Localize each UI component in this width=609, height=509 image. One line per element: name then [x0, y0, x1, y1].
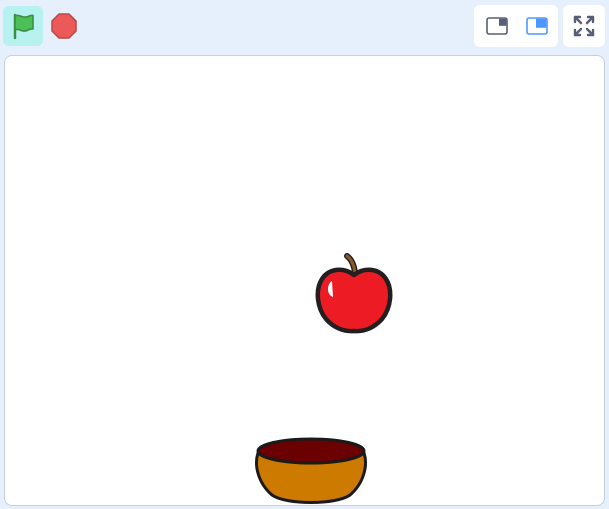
stage-canvas[interactable]: [4, 55, 605, 506]
fullscreen-button[interactable]: [563, 5, 605, 47]
normal-stage-layout-icon: [526, 17, 548, 35]
stop-button[interactable]: [48, 9, 80, 43]
stage-header: [0, 0, 609, 52]
green-flag-icon: [13, 13, 34, 40]
stop-sign-icon: [51, 13, 77, 39]
normal-stage-button[interactable]: [518, 7, 556, 45]
apple-icon: [315, 253, 393, 334]
bowl-sprite[interactable]: [252, 431, 370, 506]
apple-sprite[interactable]: [313, 253, 395, 339]
bowl-icon: [255, 437, 367, 504]
small-stage-layout-icon: [486, 17, 508, 35]
fullscreen-icon: [573, 15, 595, 37]
small-stage-button[interactable]: [478, 7, 516, 45]
green-flag-button[interactable]: [3, 6, 43, 46]
